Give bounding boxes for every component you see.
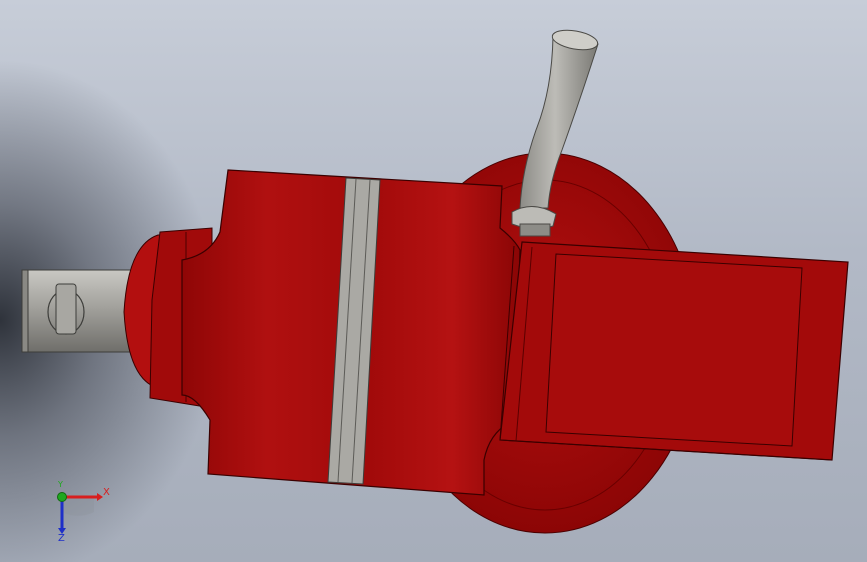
x-axis-label: X <box>103 487 110 498</box>
y-axis-point <box>57 492 67 502</box>
graphics-viewport[interactable]: X Y Z <box>0 0 867 562</box>
coordinate-triad <box>57 492 103 534</box>
y-axis-label: Y <box>58 480 63 489</box>
z-axis-label: Z <box>58 533 65 544</box>
